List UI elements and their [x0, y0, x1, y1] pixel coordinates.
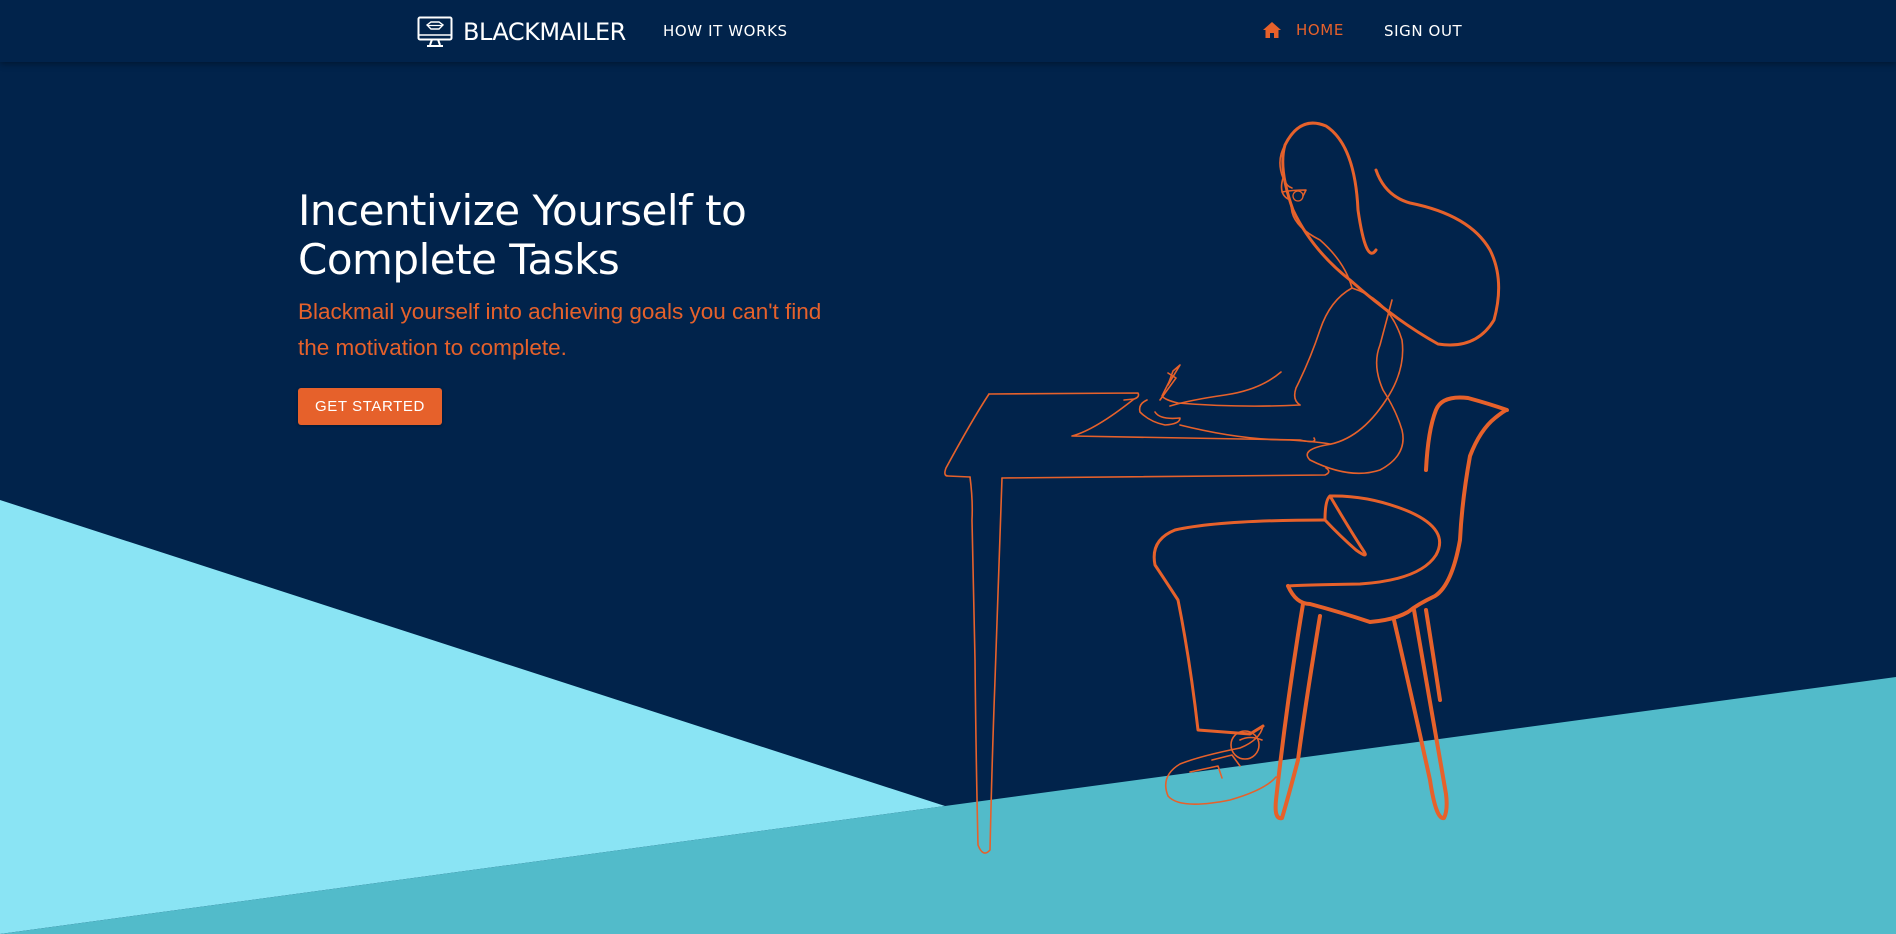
- nav-sign-out[interactable]: SIGN OUT: [1384, 22, 1462, 40]
- get-started-button[interactable]: GET STARTED: [298, 388, 442, 425]
- brand-name: BLACKMAILER: [463, 18, 626, 46]
- brand-link[interactable]: BLACKMAILER: [417, 16, 626, 48]
- navbar: BLACKMAILER HOW IT WORKS HOME SIGN OUT: [0, 0, 1896, 62]
- home-icon: [1263, 22, 1281, 38]
- hero-title: Incentivize Yourself to Complete Tasks: [298, 186, 747, 284]
- hero-subtitle: Blackmail yourself into achieving goals …: [298, 299, 822, 360]
- nav-home-label: HOME: [1296, 21, 1344, 39]
- hero-section: Incentivize Yourself to Complete Tasks B…: [298, 186, 858, 425]
- nav-home[interactable]: HOME: [1262, 20, 1344, 40]
- background-shapes: [0, 500, 1896, 934]
- computer-monitor-icon: [417, 16, 453, 47]
- nav-how-it-works[interactable]: HOW IT WORKS: [663, 22, 788, 40]
